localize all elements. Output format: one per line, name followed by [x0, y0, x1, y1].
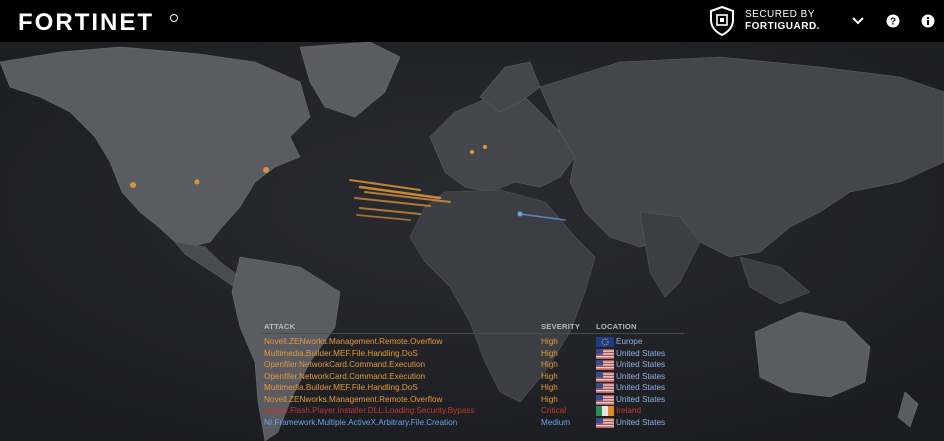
flag-eu-icon — [596, 337, 614, 347]
attack-location: United States — [616, 394, 666, 404]
flag-ie-icon — [596, 406, 614, 416]
attack-location: United States — [616, 371, 666, 381]
flag-us-icon — [596, 371, 614, 382]
secured-line2: FORTIGUARD. — [745, 21, 820, 32]
attack-name: Adobe.Flash.Player.Installer.DLL.Loading… — [264, 406, 475, 415]
top-bar: FORTINET SECURED BY FORTIGUARD. ? — [0, 0, 944, 42]
attack-name: Multimedia.Builder.MEF.File.Handling.DoS — [264, 348, 418, 358]
attack-name: NI.Framework.Multiple.ActiveX.Arbitrary.… — [264, 417, 458, 427]
attack-severity: High — [541, 383, 558, 392]
info-icon[interactable] — [919, 12, 937, 30]
flag-us-icon — [596, 394, 614, 405]
attack-name: Openfiler.NetworkCard.Command.Execution — [264, 360, 426, 369]
attack-name: Openfiler.NetworkCard.Command.Execution — [264, 371, 426, 381]
flag-us-icon — [596, 360, 614, 370]
attack-severity: High — [541, 337, 558, 346]
table-row: Adobe.Flash.Player.Installer.DLL.Loading… — [262, 405, 684, 417]
table-row: Openfiler.NetworkCard.Command.Execution … — [262, 371, 684, 383]
flag-us-icon — [596, 417, 614, 428]
attack-location: United States — [616, 383, 666, 392]
attack-name: Novell.ZENworks.Management.Remote.Overfl… — [264, 337, 443, 346]
attack-table: ATTACK SEVERITY LOCATION Novell.ZENworks… — [262, 322, 684, 434]
flag-us-icon — [596, 348, 614, 359]
svg-text:?: ? — [890, 17, 896, 28]
chevron-down-icon[interactable] — [849, 12, 867, 30]
attack-severity: Medium — [541, 417, 571, 427]
attack-location: Ireland — [616, 406, 642, 415]
attack-name: Novell.ZENworks.Management.Remote.Overfl… — [264, 394, 443, 404]
help-icon[interactable]: ? — [884, 12, 902, 30]
header-severity: SEVERITY — [541, 322, 581, 331]
table-row: NI.Framework.Multiple.ActiveX.Arbitrary.… — [262, 417, 684, 429]
table-row: Novell.ZENworks.Management.Remote.Overfl… — [262, 394, 684, 406]
shield-icon — [710, 6, 734, 36]
table-row: Multimedia.Builder.MEF.File.Handling.DoS… — [262, 382, 684, 394]
fortinet-logo: FORTINET — [18, 9, 154, 36]
registered-mark — [170, 14, 178, 22]
table-row: Novell.ZENworks.Management.Remote.Overfl… — [262, 336, 684, 348]
flag-us-icon — [596, 383, 614, 393]
attack-location: Europe — [616, 337, 643, 346]
table-row: Openfiler.NetworkCard.Command.Execution … — [262, 359, 684, 371]
attack-name: Multimedia.Builder.MEF.File.Handling.DoS — [264, 383, 418, 392]
attack-location: United States — [616, 360, 666, 369]
secured-line1: SECURED BY — [745, 9, 816, 20]
attack-severity: High — [541, 394, 558, 404]
secured-by-fortiguard: SECURED BY FORTIGUARD. — [709, 6, 820, 36]
table-divider — [262, 333, 684, 334]
header-location: LOCATION — [596, 322, 637, 331]
attack-severity: High — [541, 360, 558, 369]
attack-severity: High — [541, 371, 558, 381]
attack-location: United States — [616, 417, 666, 427]
header-attack: ATTACK — [264, 322, 296, 331]
attack-severity: Critical — [541, 406, 567, 415]
attack-location: United States — [616, 348, 666, 358]
table-row: Multimedia.Builder.MEF.File.Handling.DoS… — [262, 348, 684, 360]
attack-severity: High — [541, 348, 558, 358]
